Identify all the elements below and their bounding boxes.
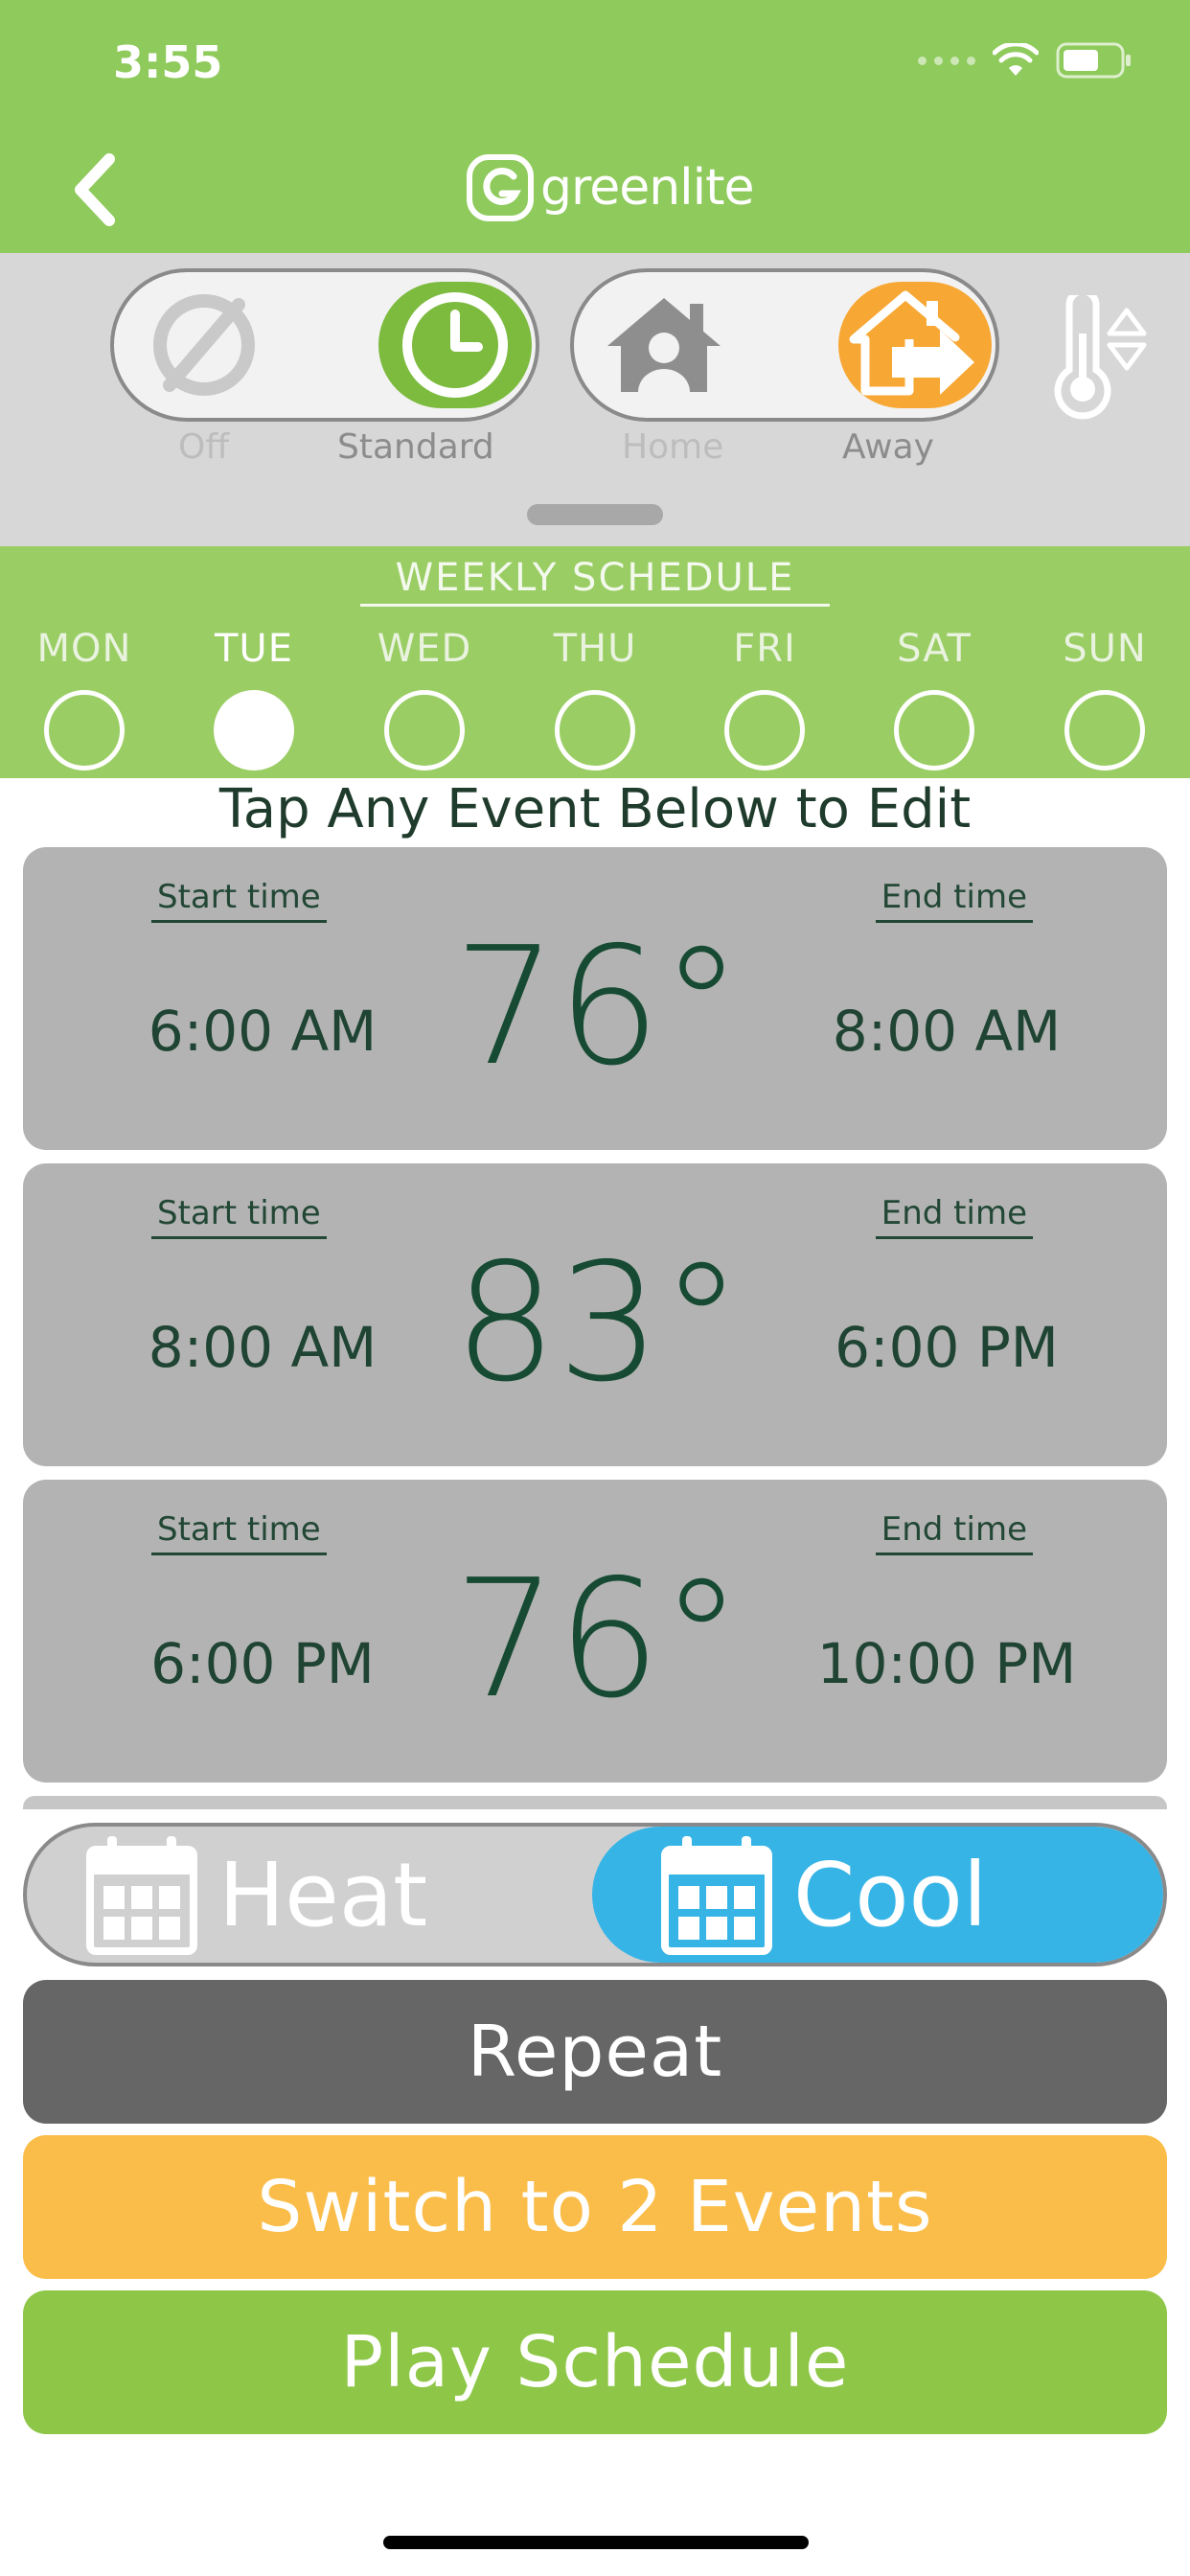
event-temperature: 76° <box>453 1545 743 1735</box>
start-time-value: 6:00 PM <box>150 1631 375 1696</box>
day-radio[interactable] <box>555 690 635 770</box>
day-sat[interactable]: SAT <box>877 627 992 770</box>
calendar-icon <box>86 1836 197 1955</box>
play-schedule-button[interactable]: Play Schedule <box>23 2290 1167 2434</box>
start-time-label: Start time <box>151 1194 327 1239</box>
day-label: FRI <box>733 627 796 671</box>
away-option[interactable] <box>838 282 992 408</box>
event-card[interactable]: Start time End time 8:00 AM 83° 6:00 PM <box>23 1163 1167 1466</box>
day-fri[interactable]: FRI <box>707 627 822 770</box>
mode-toggle[interactable] <box>110 268 539 422</box>
start-time-label: Start time <box>151 1510 327 1555</box>
next-event-card-edge <box>23 1796 1167 1809</box>
end-time-label: End time <box>875 878 1033 923</box>
day-mon[interactable]: MON <box>27 627 142 770</box>
end-time-label: End time <box>875 1194 1033 1239</box>
home-indicator[interactable] <box>383 2536 809 2549</box>
day-radio[interactable] <box>1064 690 1145 770</box>
app-header: 3:55 greenlite <box>0 0 1190 253</box>
off-option[interactable] <box>127 282 281 408</box>
drag-handle[interactable] <box>527 504 663 525</box>
event-card[interactable]: Start time End time 6:00 AM 76° 8:00 AM <box>23 847 1167 1150</box>
day-sun[interactable]: SUN <box>1047 627 1162 770</box>
back-chevron-icon[interactable] <box>67 151 125 228</box>
switch-to-2-events-button[interactable]: Switch to 2 Events <box>23 2135 1167 2279</box>
day-label: MON <box>36 627 132 671</box>
cool-label: Cool <box>793 1843 988 1946</box>
wifi-icon <box>993 43 1039 76</box>
greenlite-logo-icon <box>467 154 534 221</box>
day-label: SUN <box>1063 627 1147 671</box>
presence-toggle[interactable] <box>570 268 999 422</box>
day-label: TUE <box>215 627 293 671</box>
off-label: Off <box>178 427 230 467</box>
greenlite-logo: greenlite <box>466 153 754 222</box>
mode-panel: Off Standard Home Away <box>0 253 1190 546</box>
battery-icon <box>1056 42 1131 79</box>
end-time-label: End time <box>875 1510 1033 1555</box>
weekly-schedule-title: WEEKLY SCHEDULE <box>360 556 830 607</box>
repeat-button[interactable]: Repeat <box>23 1980 1167 2124</box>
start-time-value: 6:00 AM <box>148 999 378 1064</box>
event-temperature: 76° <box>453 912 743 1102</box>
day-radio[interactable] <box>44 690 125 770</box>
day-label: THU <box>553 627 637 671</box>
clock-icon <box>402 292 508 398</box>
heat-cool-toggle[interactable]: Heat Cool <box>23 1823 1167 1966</box>
heat-label: Heat <box>218 1843 428 1946</box>
off-icon <box>153 294 255 396</box>
status-icons <box>918 42 1133 79</box>
home-person-icon <box>607 298 721 392</box>
standard-label: Standard <box>337 427 494 467</box>
away-label: Away <box>842 427 934 467</box>
day-tue[interactable]: TUE <box>196 627 311 770</box>
away-house-arrow-icon <box>849 290 974 396</box>
cellular-signal-icon <box>918 56 975 65</box>
end-time-value: 10:00 PM <box>816 1631 1077 1696</box>
day-radio[interactable] <box>894 690 974 770</box>
home-label: Home <box>622 427 724 467</box>
status-time: 3:55 <box>113 36 223 88</box>
day-label: SAT <box>897 627 972 671</box>
logo-text: greenlite <box>540 159 754 217</box>
start-time-value: 8:00 AM <box>148 1315 378 1380</box>
start-time-label: Start time <box>151 878 327 923</box>
day-label: WED <box>377 627 472 671</box>
event-card[interactable]: Start time End time 6:00 PM 76° 10:00 PM <box>23 1480 1167 1782</box>
thermostat-icon[interactable] <box>1044 295 1150 420</box>
event-temperature: 83° <box>453 1229 743 1418</box>
weekly-schedule-panel: WEEKLY SCHEDULE MON TUE WED THU FRI SAT … <box>0 546 1190 778</box>
end-time-value: 6:00 PM <box>835 1315 1059 1380</box>
end-time-value: 8:00 AM <box>832 999 1062 1064</box>
day-radio[interactable] <box>724 690 805 770</box>
day-thu[interactable]: THU <box>538 627 652 770</box>
day-radio[interactable] <box>214 690 294 770</box>
calendar-icon <box>661 1836 772 1955</box>
edit-hint: Tap Any Event Below to Edit <box>218 778 972 840</box>
heat-option[interactable]: Heat <box>84 1832 427 1957</box>
day-wed[interactable]: WED <box>367 627 482 770</box>
day-radio[interactable] <box>384 690 465 770</box>
cool-option[interactable]: Cool <box>659 1832 987 1957</box>
home-option[interactable] <box>587 282 741 408</box>
standard-option[interactable] <box>378 282 532 408</box>
